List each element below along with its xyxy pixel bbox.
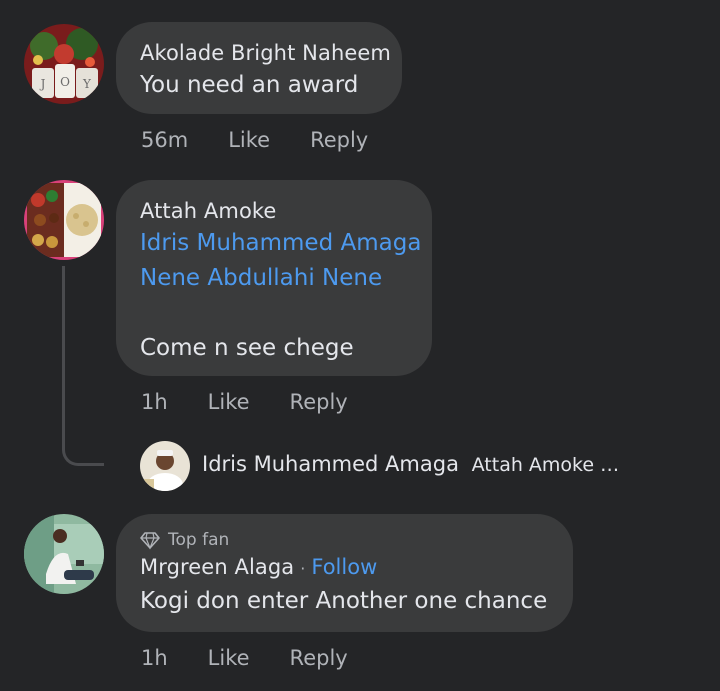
comment-actions: 56m Like Reply	[141, 128, 408, 152]
comment-actions: 1h Like Reply	[141, 390, 388, 414]
reply-button[interactable]: Reply	[290, 390, 348, 414]
comment-bubble[interactable]: Akolade Bright Naheem You need an award	[116, 22, 402, 114]
comment-author[interactable]: Akolade Bright Naheem	[140, 38, 391, 68]
avatar[interactable]	[24, 180, 104, 260]
svg-text:Y: Y	[82, 77, 92, 91]
comment-author[interactable]: Attah Amoke	[140, 196, 408, 226]
comment-text: Come n see chege	[140, 335, 354, 361]
avatar-food-image	[24, 180, 104, 260]
avatar-man-in-white-image	[140, 441, 190, 491]
comment-time[interactable]: 56m	[141, 128, 188, 152]
comment-time[interactable]: 1h	[141, 646, 168, 670]
mention-link[interactable]: Nene Abdullahi Nene	[140, 261, 408, 296]
comment-bubble[interactable]: Top fan Mrgreen Alaga · Follow Kogi don …	[116, 514, 573, 632]
reply-button[interactable]: Reply	[290, 646, 348, 670]
avatar[interactable]: J O Y	[24, 24, 104, 104]
comment-bubble[interactable]: Attah Amoke Idris Muhammed Amaga Nene Ab…	[116, 180, 432, 376]
separator-dot: ·	[300, 559, 306, 578]
avatar[interactable]	[140, 441, 190, 491]
comment-text: Kogi don enter Another one chance	[140, 588, 548, 614]
line-break	[140, 296, 408, 331]
avatar-man-outdoors-image	[24, 514, 104, 594]
follow-button[interactable]: Follow	[311, 552, 377, 582]
mention-link[interactable]: Idris Muhammed Amaga	[140, 226, 421, 261]
comment-text: You need an award	[140, 72, 359, 98]
svg-text:O: O	[60, 75, 70, 89]
avatar[interactable]	[24, 514, 104, 594]
diamond-icon	[140, 532, 160, 550]
reply-preview-author[interactable]: Idris Muhammed Amaga	[202, 452, 459, 476]
like-button[interactable]: Like	[208, 390, 250, 414]
reply-preview-text[interactable]: Attah Amoke …	[472, 454, 619, 476]
avatar-christmas-decor-image: J O Y	[24, 24, 104, 104]
comment-actions: 1h Like Reply	[141, 646, 388, 670]
reply-thread-connector	[62, 266, 104, 466]
comment-author[interactable]: Mrgreen Alaga	[140, 552, 294, 582]
reply-button[interactable]: Reply	[310, 128, 368, 152]
comments-panel: J O Y Akolade Bright Naheem You need an …	[0, 0, 720, 691]
like-button[interactable]: Like	[228, 128, 270, 152]
comment-time[interactable]: 1h	[141, 390, 168, 414]
svg-text:J: J	[39, 77, 46, 91]
author-line: Mrgreen Alaga · Follow	[140, 552, 549, 584]
top-fan-badge: Top fan	[140, 528, 549, 552]
reply-preview[interactable]: Idris Muhammed Amaga Attah Amoke …	[202, 452, 619, 476]
top-fan-label: Top fan	[168, 530, 230, 550]
like-button[interactable]: Like	[208, 646, 250, 670]
